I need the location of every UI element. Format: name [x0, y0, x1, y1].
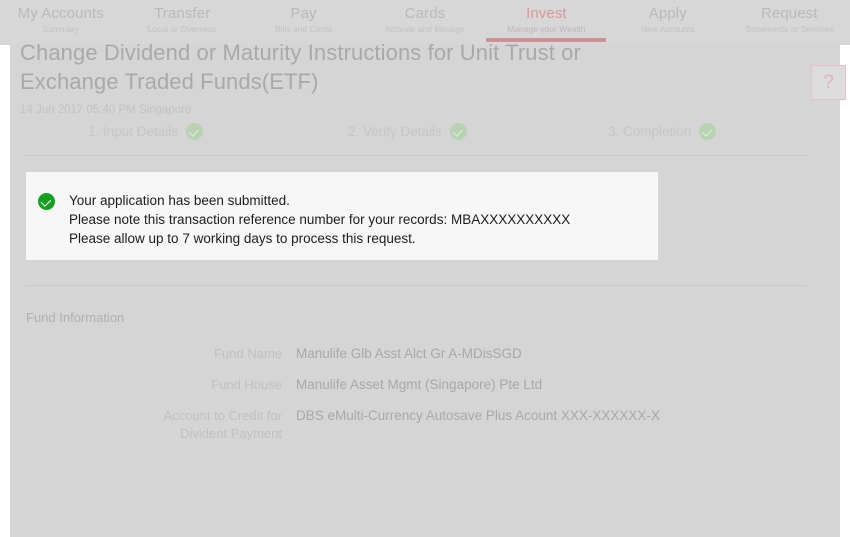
confirmation-message-text: Your application has been submitted. Plea…	[69, 191, 570, 248]
nav-tab-subtitle: Statements or Services	[745, 24, 834, 34]
fund-information-row: Fund House Manulife Asset Mgmt (Singapore…	[26, 376, 806, 394]
nav-tab-subtitle: Activate and Manage	[385, 24, 465, 34]
check-circle-icon	[449, 123, 467, 140]
page-heading: Change Dividend or Maturity Instructions…	[20, 38, 640, 118]
nav-tab-subtitle: Manage your Wealth	[507, 24, 586, 34]
submission-confirmation-box: Your application has been submitted. Plea…	[26, 172, 658, 260]
divider-above-fund-information	[26, 285, 806, 286]
check-circle-icon	[186, 123, 204, 140]
confirmation-message-line: Please note this transaction reference n…	[69, 212, 571, 227]
step-item-3: 3. Completion	[546, 123, 806, 140]
check-circle-icon	[699, 123, 717, 140]
nav-tab-title: My Accounts	[17, 5, 104, 22]
step-item-2: 2. Verify Details	[286, 123, 546, 140]
step-label: 3. Completion	[608, 124, 692, 139]
confirmation-message-line: Your application has been submitted.	[69, 193, 290, 208]
page-title: Change Dividend or Maturity Instructions…	[20, 40, 581, 94]
nav-tab-subtitle: Summary	[42, 24, 79, 34]
nav-tab-title: Pay	[290, 5, 317, 22]
nav-tab-title: Invest	[526, 5, 567, 22]
fund-information-section: Fund Information Fund Name Manulife Glb A…	[26, 310, 806, 456]
nav-tab-title: Transfer	[154, 5, 211, 22]
fund-field-value: DBS eMulti-Currency Autosave Plus Acount…	[296, 408, 660, 423]
fund-field-value: Manulife Glb Asst Alct Gr A-MDisSGD	[296, 346, 522, 361]
question-mark-icon: ?	[823, 72, 834, 93]
help-button[interactable]: ?	[811, 65, 846, 100]
nav-tab-title: Cards	[404, 5, 446, 22]
fund-information-rows: Fund Name Manulife Glb Asst Alct Gr A-MDi…	[26, 345, 806, 443]
step-label: 1. Input Details	[88, 124, 179, 139]
application-root: My Accounts Summary Transfer Local or Overs…	[0, 0, 850, 537]
check-circle-icon	[38, 193, 55, 210]
step-indicator: 1. Input Details 2. Verify Details 3. Comp…	[26, 123, 806, 140]
step-label: 2. Verify Details	[348, 124, 442, 139]
divider-above-message	[26, 155, 806, 156]
nav-tab-subtitle: Bills and Cards	[274, 24, 333, 34]
page-body-background	[10, 45, 840, 537]
fund-information-row: Account to Credit for Divident Payment DB…	[26, 407, 806, 443]
fund-field-value: Manulife Asset Mgmt (Singapore) Pte Ltd	[296, 377, 543, 392]
nav-tab-title: Apply	[648, 5, 687, 22]
nav-tab-title: Request	[760, 5, 818, 22]
step-item-1: 1. Input Details	[26, 123, 286, 140]
nav-tab-subtitle: New Accounts	[640, 24, 695, 34]
fund-information-row: Fund Name Manulife Glb Asst Alct Gr A-MDi…	[26, 345, 806, 363]
fund-field-label: Account to Credit for Divident Payment	[163, 408, 283, 441]
confirmation-message-line: Please allow up to 7 working days to pro…	[69, 231, 416, 246]
nav-tab-subtitle: Local or Overseas	[147, 24, 217, 34]
fund-information-title: Fund Information	[26, 310, 125, 325]
nav-tab-request[interactable]: Request Statements or Services	[729, 0, 850, 45]
fund-field-label: Fund House	[211, 377, 282, 392]
fund-field-label: Fund Name	[214, 346, 282, 361]
page-timestamp: 14 Jun 2017 05:40 PM Singapore	[20, 104, 192, 116]
